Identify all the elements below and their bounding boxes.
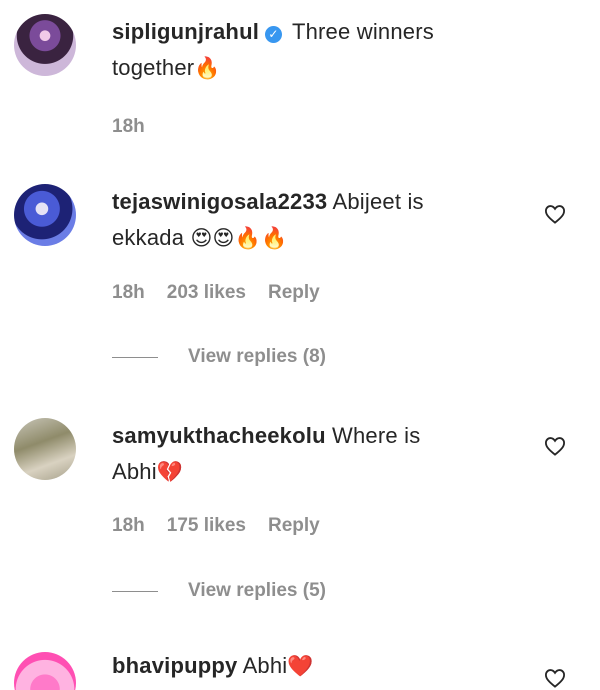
- view-replies-button[interactable]: View replies (8): [112, 346, 326, 368]
- like-heart-icon[interactable]: [543, 202, 567, 226]
- comment-body: tejaswinigosala2233 Abijeet is ekkada 😍😍…: [112, 184, 522, 257]
- comment-username[interactable]: bhavipuppy: [112, 653, 237, 678]
- comment-meta: 18h 203 likes Reply: [112, 282, 342, 304]
- verified-badge-icon: ✓: [265, 26, 283, 43]
- comment-text: Where is: [332, 423, 421, 448]
- comment-time[interactable]: 18h: [112, 282, 145, 303]
- broken-heart-emoji: 💔: [156, 461, 184, 484]
- comment-username[interactable]: samyukthacheekolu: [112, 423, 326, 448]
- comment-text-line2: together: [112, 55, 195, 80]
- view-replies-label[interactable]: View replies (8): [188, 346, 326, 368]
- view-replies-label[interactable]: View replies (5): [188, 580, 326, 602]
- avatar[interactable]: [14, 418, 76, 480]
- like-heart-icon[interactable]: [543, 666, 567, 690]
- comment-time[interactable]: 18h: [112, 116, 145, 137]
- fire-emoji: 🔥: [194, 57, 221, 80]
- comment-text: Abhi: [242, 653, 288, 678]
- comment-body: sipligunjrahul ✓ Three winners together🔥: [112, 14, 522, 87]
- replies-divider: [112, 590, 158, 592]
- emoji-group: 😍😍🔥🔥: [190, 227, 288, 250]
- comment-text: Abijeet is: [332, 189, 424, 214]
- comment-time[interactable]: 18h: [112, 515, 145, 536]
- avatar[interactable]: [14, 652, 76, 690]
- comment-meta: 18h: [112, 116, 167, 138]
- replies-divider: [112, 356, 158, 358]
- comments-list: sipligunjrahul ✓ Three winners together🔥 …: [0, 0, 600, 690]
- likes-count[interactable]: 203 likes: [167, 282, 246, 303]
- reply-button[interactable]: Reply: [268, 282, 320, 303]
- comment-text-line2: ekkada: [112, 225, 185, 250]
- avatar[interactable]: [14, 184, 76, 246]
- comment-username[interactable]: sipligunjrahul: [112, 19, 259, 44]
- comment-username[interactable]: tejaswinigosala2233: [112, 189, 327, 214]
- reply-button[interactable]: Reply: [268, 515, 320, 536]
- comment-meta: 18h 175 likes Reply: [112, 515, 342, 537]
- comment-text: Three winners: [291, 19, 434, 44]
- like-heart-icon[interactable]: [543, 434, 567, 458]
- view-replies-button[interactable]: View replies (5): [112, 580, 326, 602]
- avatar[interactable]: [14, 14, 76, 76]
- comment-body: samyukthacheekolu Where is Abhi💔: [112, 418, 522, 491]
- comment-body: bhavipuppy Abhi❤️: [112, 648, 522, 685]
- red-heart-emoji: ❤️: [287, 655, 314, 678]
- likes-count[interactable]: 175 likes: [167, 515, 246, 536]
- comment-text-line2: Abhi: [112, 459, 157, 484]
